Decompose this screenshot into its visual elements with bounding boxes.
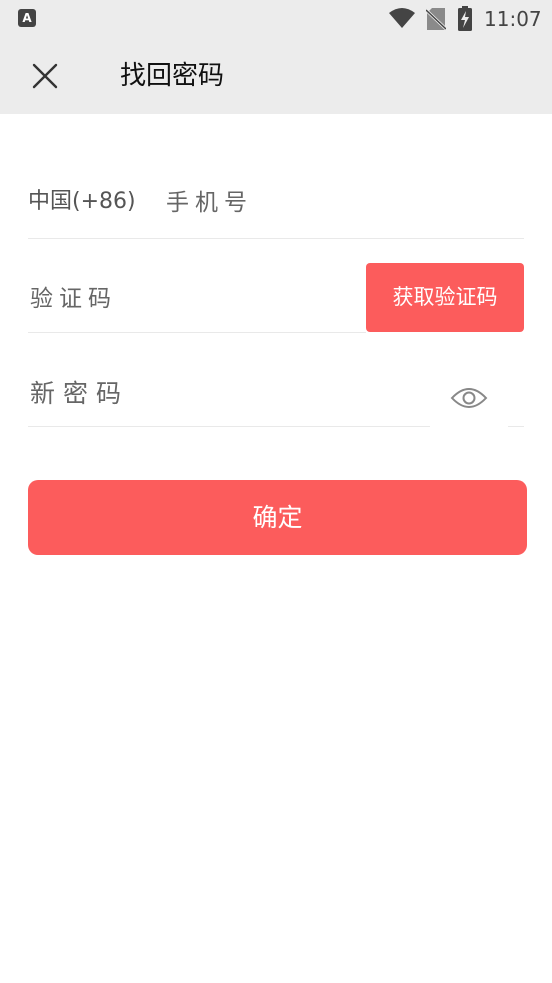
verification-code-row	[28, 262, 366, 333]
get-code-button[interactable]: 获取验证码	[366, 263, 524, 332]
app-bar: 找回密码	[0, 38, 552, 114]
eye-divider	[508, 426, 524, 427]
status-time: 11:07	[484, 7, 542, 31]
eye-icon	[450, 388, 488, 408]
new-password-input[interactable]	[28, 374, 422, 412]
no-sim-icon	[426, 8, 446, 31]
close-icon	[32, 63, 58, 89]
phone-input[interactable]	[164, 184, 508, 222]
wifi-icon	[389, 8, 415, 28]
confirm-button[interactable]: 确定	[28, 480, 527, 555]
phone-row: 中国(+86)	[28, 170, 524, 239]
close-button[interactable]	[20, 51, 70, 101]
page-title: 找回密码	[120, 61, 225, 91]
country-code-selector[interactable]: 中国(+86)	[28, 186, 136, 218]
battery-charging-icon	[458, 6, 472, 31]
new-password-row	[28, 356, 430, 427]
status-bar: A 11:07	[0, 0, 552, 38]
verification-code-input[interactable]	[28, 280, 362, 318]
app-notification-icon: A	[18, 9, 36, 27]
password-visibility-toggle[interactable]	[444, 374, 494, 422]
